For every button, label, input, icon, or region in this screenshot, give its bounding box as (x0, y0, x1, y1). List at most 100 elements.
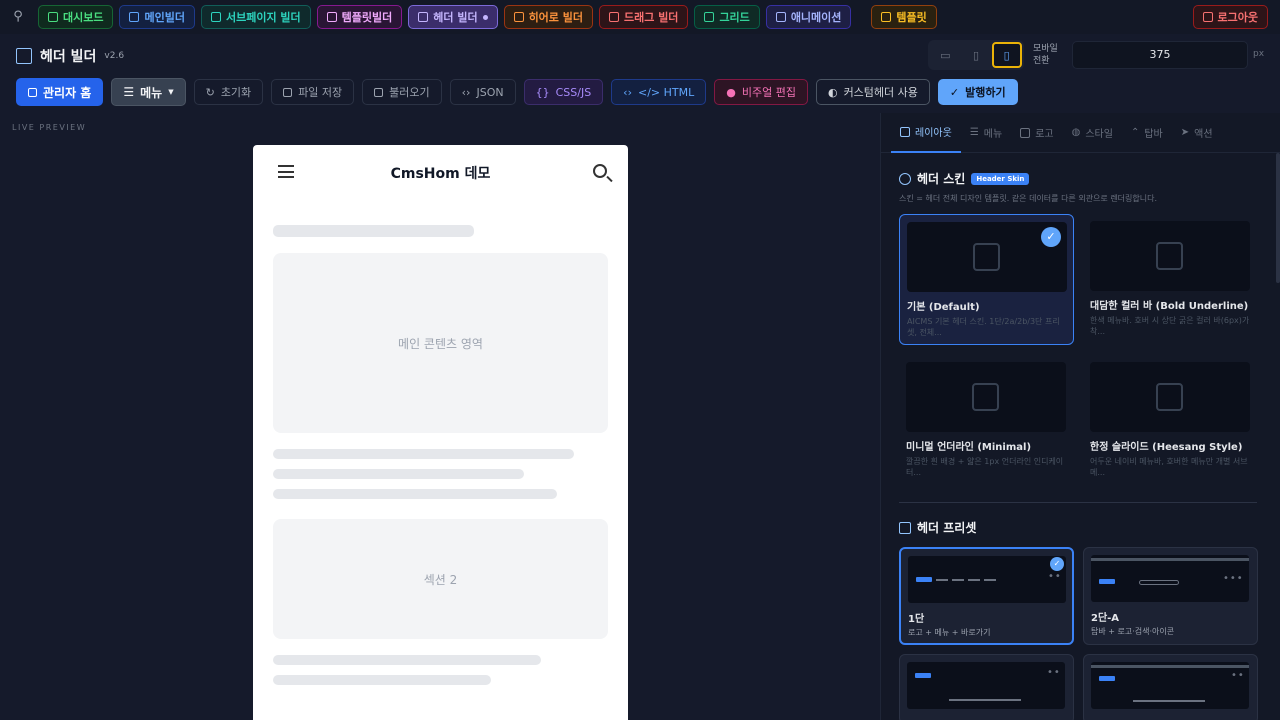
toolbar: 관리자 홈 ☰ 메뉴 ▼ ↻ 초기화 파일 저장 불러오기 ‹› JSON {} CSS/… (16, 78, 1018, 106)
home-icon (28, 87, 37, 97)
check-icon: ✓ (949, 85, 960, 99)
nav-drag-builder[interactable]: 드래그 빌더 (599, 5, 689, 29)
layout-icon (16, 48, 32, 64)
layout-icon (1156, 242, 1183, 270)
preview-dots: ••• (1223, 573, 1244, 584)
preview-header: CmsHom 데모 (253, 145, 628, 200)
code-icon: ‹› (623, 85, 632, 99)
preset-preview: •• (1091, 662, 1249, 709)
code-icon: ‹› (461, 85, 471, 99)
nav-header-builder[interactable]: 헤더 빌더 (408, 5, 498, 29)
preset-card-1dan[interactable]: •• ✓ 1단 로고 + 메뉴 + 바로가기 (899, 547, 1074, 645)
divider (899, 502, 1257, 503)
version-label: v2.6 (104, 51, 125, 61)
device-switcher: ▭ ▯ ▯ (928, 40, 1024, 70)
nav-template-builder[interactable]: 템플릿빌더 (316, 5, 403, 29)
grid-icon (129, 12, 140, 22)
preview-logo-bar (916, 577, 932, 582)
cssjs-button[interactable]: {} CSS/JS (523, 79, 604, 105)
layout-icon (900, 126, 910, 137)
preview-topbar (1091, 665, 1249, 668)
main-content-placeholder: 메인 콘텐츠 영역 (273, 253, 608, 433)
layout-icon (973, 243, 1000, 271)
html-button[interactable]: ‹› </> HTML (611, 79, 707, 105)
sparkle-icon (775, 12, 786, 22)
panel-scrollbar[interactable] (1276, 153, 1280, 283)
load-button[interactable]: 불러오기 (362, 79, 442, 105)
nav-hero-builder[interactable]: 히어로 빌더 (503, 5, 593, 29)
preview-menu-line (984, 579, 996, 581)
palette-icon: ● (726, 85, 736, 99)
skin-card-minimal[interactable]: 미니멀 언더라인 (Minimal) 깔끔한 흰 배경 + 얇은 1px 언더라… (899, 355, 1074, 486)
desktop-device-button[interactable]: ▭ (930, 42, 960, 68)
preview-search-bar (1139, 580, 1179, 585)
page-title-text: 헤더 빌더 (40, 49, 97, 65)
check-icon: ✓ (1041, 227, 1061, 247)
document-icon (210, 12, 221, 22)
logout-button[interactable]: 로그아웃 (1192, 5, 1268, 29)
skin-card-heesang[interactable]: 한정 슬라이드 (Heesang Style) 어두운 네이비 메뉴바, 호버한… (1083, 355, 1258, 486)
hand-icon (609, 12, 619, 22)
skin-description: 스킨 = 헤더 전체 디자인 템플릿. 같은 데이터를 다른 외관으로 렌더링합… (899, 194, 1158, 203)
preview-menu-line (936, 579, 948, 581)
app-logo-icon[interactable]: ⚲ (10, 9, 26, 25)
image-icon (513, 12, 524, 22)
save-icon (283, 87, 293, 97)
arrow-up-icon: ⌃ (1130, 127, 1140, 138)
nav-dashboard[interactable]: 대시보드 (38, 5, 114, 29)
preset-preview: ••• (1091, 555, 1249, 602)
tab-logo[interactable]: 로고 (1011, 113, 1062, 153)
custom-header-toggle[interactable]: ◐ 커스텀헤더 사용 (815, 79, 930, 105)
layout-icon (899, 521, 911, 534)
nav-animation[interactable]: 애니메이션 (765, 5, 852, 29)
preset-preview: •• (908, 556, 1066, 603)
save-file-button[interactable]: 파일 저장 (271, 79, 355, 105)
preset-card-3dan[interactable]: •• (1083, 654, 1258, 720)
braces-icon: {} (535, 85, 550, 99)
preview-dots: •• (1048, 571, 1062, 582)
json-button[interactable]: ‹› JSON (449, 79, 516, 105)
palette-icon: ◍ (1071, 127, 1081, 138)
nav-templates[interactable]: 템플릿 (871, 5, 937, 29)
preset-card-2dan-a[interactable]: ••• 2단-A 탑바 + 로고·검색·아이콘 (1083, 547, 1258, 645)
nav-subpage-builder[interactable]: 서브페이지 빌더 (200, 5, 311, 29)
mobile-device-button[interactable]: ▯ (991, 42, 1022, 68)
admin-home-button[interactable]: 관리자 홈 (16, 78, 104, 106)
preview-logo-bar (915, 673, 931, 678)
publish-button[interactable]: ✓ 발행하기 (937, 79, 1018, 105)
skin-card-bold-underline[interactable]: 대담한 컬러 바 (Bold Underline) 한색 메뉴바. 호버 시 상… (1083, 214, 1258, 345)
skin-card-default[interactable]: ✓ 기본 (Default) AICMS 기본 헤더 스킨. 1단/2a/2b/… (899, 214, 1074, 345)
layout-icon (972, 383, 999, 411)
folder-icon (374, 87, 384, 97)
tab-topbar[interactable]: ⌃ 탑바 (1122, 113, 1172, 153)
chevron-down-icon: ▼ (168, 88, 174, 96)
search-icon[interactable] (593, 164, 607, 178)
skeleton-line (273, 469, 524, 479)
header-skin-badge: Header Skin (971, 172, 1030, 185)
logout-icon (1202, 12, 1213, 22)
tab-layout[interactable]: 레이아웃 (891, 113, 961, 153)
nav-grid[interactable]: 그리드 (694, 5, 760, 29)
menu-dropdown[interactable]: ☰ 메뉴 ▼ (111, 78, 186, 106)
settings-panel: 레이아웃 ☰ 메뉴 로고 ◍ 스타일 ⌃ 탑바 ➤ 액션 헤더 스킨 Header Sk… (880, 113, 1280, 720)
tab-action[interactable]: ➤ 액션 (1172, 113, 1222, 153)
shapes-icon (326, 12, 337, 22)
preset-card-2dan-b[interactable]: •• (899, 654, 1074, 720)
tablet-device-button[interactable]: ▯ (961, 42, 991, 68)
reset-button[interactable]: ↻ 초기화 (193, 79, 264, 105)
skin-preview (906, 362, 1066, 432)
skin-section-title: 헤더 스킨 Header Skin (899, 170, 1030, 187)
tab-style[interactable]: ◍ 스타일 (1063, 113, 1122, 153)
width-input[interactable]: 375 (1072, 41, 1248, 69)
palette-icon (899, 172, 911, 185)
layout-icon (1156, 383, 1183, 411)
header-row: 헤더 빌더 v2.6 ▭ ▯ ▯ 모바일 전환 375 px (0, 34, 1280, 76)
tab-menu[interactable]: ☰ 메뉴 (961, 113, 1011, 153)
image-icon (1020, 127, 1031, 138)
section-placeholder: 섹션 2 (273, 519, 608, 639)
mobile-toggle-label: 모바일 전환 (1033, 44, 1058, 66)
skeleton-line (273, 225, 474, 237)
skeleton-line (273, 655, 541, 665)
nav-main-builder[interactable]: 메인빌더 (119, 5, 195, 29)
visual-edit-button[interactable]: ● 비주얼 편집 (714, 79, 808, 105)
